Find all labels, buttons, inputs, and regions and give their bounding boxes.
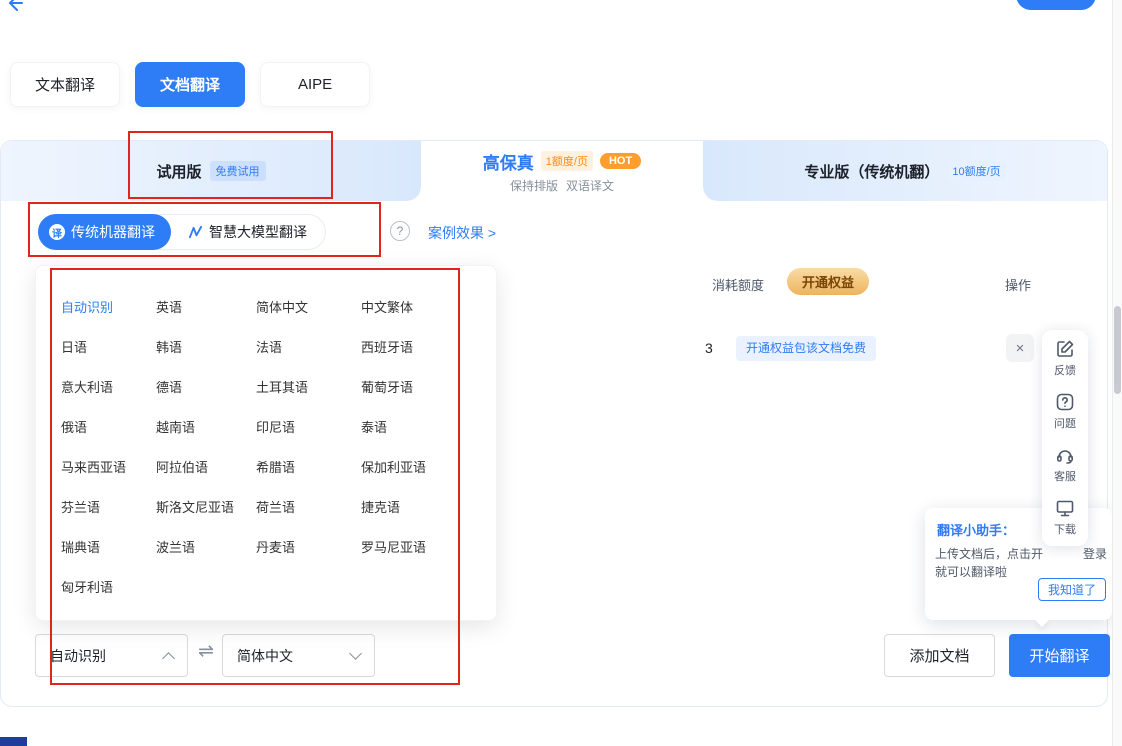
language-option[interactable]: 罗马尼亚语 bbox=[361, 526, 496, 566]
ai-model-icon bbox=[188, 225, 203, 240]
top-right-button[interactable] bbox=[1016, 0, 1096, 10]
case-examples-link[interactable]: 案例效果 > bbox=[428, 223, 496, 243]
scrollbar-track bbox=[1112, 0, 1122, 746]
language-option[interactable]: 匈牙利语 bbox=[61, 566, 156, 606]
trial-version-title: 试用版 bbox=[156, 161, 201, 182]
floating-toolbar: 反馈 问题 客服 下载 bbox=[1042, 330, 1088, 546]
assistant-text-line2: 就可以翻译啦 bbox=[935, 563, 1007, 580]
llm-mt-button[interactable]: 智慧大模型翻译 bbox=[170, 214, 325, 250]
language-option[interactable]: 俄语 bbox=[61, 406, 156, 446]
got-it-button[interactable]: 我知道了 bbox=[1038, 578, 1106, 601]
language-grid: 自动识别英语简体中文中文繁体日语韩语法语西班牙语意大利语德语土耳其语葡萄牙语俄语… bbox=[61, 286, 496, 606]
tab-high-fidelity[interactable]: 高保真 1额度/页 HOT 保持排版 双语译文 bbox=[421, 141, 703, 201]
tab-professional-version[interactable]: 专业版（传统机翻） 10额度/页 bbox=[703, 141, 1107, 201]
traditional-mt-button[interactable]: 译 传统机器翻译 bbox=[38, 214, 171, 250]
language-option[interactable]: 中文繁体 bbox=[361, 286, 496, 326]
high-fidelity-title: 高保真 bbox=[483, 149, 534, 174]
feedback-edit-icon bbox=[1055, 339, 1075, 359]
benefit-free-note: 开通权益包该文档免费 bbox=[736, 336, 876, 361]
assistant-text-line1-end: 登录 bbox=[1083, 545, 1107, 562]
llm-mt-label: 智慧大模型翻译 bbox=[209, 222, 307, 242]
remove-document-button[interactable]: × bbox=[1006, 334, 1034, 362]
translate-icon: 译 bbox=[49, 224, 65, 240]
swap-languages-icon[interactable]: ⇌ bbox=[192, 640, 220, 663]
target-language-value: 简体中文 bbox=[237, 646, 293, 666]
price-badge: 1额度/页 bbox=[541, 151, 593, 171]
engine-mode-toggle: 译 传统机器翻译 智慧大模型翻译 bbox=[38, 214, 326, 250]
document-translation-page: 文本翻译 文档翻译 AIPE 试用版 免费试用 高保真 1额度/页 HOT 保持… bbox=[0, 0, 1122, 746]
language-option[interactable]: 瑞典语 bbox=[61, 526, 156, 566]
question-label: 问题 bbox=[1054, 415, 1076, 431]
tab-aipe[interactable]: AIPE bbox=[260, 62, 370, 107]
language-grid-spacer bbox=[156, 566, 256, 606]
question-icon bbox=[1055, 392, 1075, 412]
feature-keep-layout: 保持排版 bbox=[510, 177, 558, 194]
activate-benefits-button[interactable]: 开通权益 bbox=[787, 268, 869, 295]
language-option[interactable]: 法语 bbox=[256, 326, 361, 366]
column-header-credits: 消耗额度 bbox=[712, 275, 764, 294]
tab-trial-version[interactable]: 试用版 免费试用 bbox=[1, 141, 421, 201]
assistant-text-line1: 上传文档后，点击开 bbox=[935, 545, 1043, 562]
customer-service-button[interactable]: 客服 bbox=[1054, 445, 1076, 484]
traditional-mt-label: 传统机器翻译 bbox=[71, 222, 155, 242]
language-option[interactable]: 希腊语 bbox=[256, 446, 361, 486]
language-option[interactable]: 保加利亚语 bbox=[361, 446, 496, 486]
hot-badge: HOT bbox=[600, 153, 641, 169]
add-document-button[interactable]: 添加文档 bbox=[884, 634, 995, 677]
column-header-actions: 操作 bbox=[1005, 275, 1031, 294]
help-icon[interactable]: ? bbox=[390, 221, 410, 241]
download-button[interactable]: 下载 bbox=[1054, 498, 1076, 537]
language-option[interactable]: 简体中文 bbox=[256, 286, 361, 326]
free-trial-badge: 免费试用 bbox=[210, 161, 266, 181]
back-arrow-icon[interactable] bbox=[5, 0, 25, 13]
chevron-up-icon bbox=[162, 652, 175, 665]
translation-type-tabs: 文本翻译 文档翻译 AIPE bbox=[10, 62, 370, 107]
language-option[interactable]: 意大利语 bbox=[61, 366, 156, 406]
source-language-select[interactable]: 自动识别 bbox=[35, 634, 188, 677]
language-option[interactable]: 丹麦语 bbox=[256, 526, 361, 566]
language-option[interactable]: 泰语 bbox=[361, 406, 496, 446]
question-button[interactable]: 问题 bbox=[1054, 392, 1076, 431]
language-option[interactable]: 芬兰语 bbox=[61, 486, 156, 526]
language-option[interactable]: 斯洛文尼亚语 bbox=[156, 486, 256, 526]
language-option[interactable]: 西班牙语 bbox=[361, 326, 496, 366]
professional-version-title: 专业版（传统机翻） bbox=[804, 161, 939, 182]
tab-document-translation[interactable]: 文档翻译 bbox=[135, 62, 245, 107]
language-option[interactable]: 土耳其语 bbox=[256, 366, 361, 406]
assistant-title: 翻译小助手： bbox=[937, 520, 1015, 539]
feedback-button[interactable]: 反馈 bbox=[1054, 339, 1076, 378]
target-language-select[interactable]: 简体中文 bbox=[222, 634, 375, 677]
version-tab-bar: 试用版 免费试用 高保真 1额度/页 HOT 保持排版 双语译文 专业版（传统机… bbox=[1, 141, 1107, 201]
feature-bilingual: 双语译文 bbox=[566, 177, 614, 194]
headset-icon bbox=[1055, 445, 1075, 465]
pro-price-badge: 10额度/页 bbox=[947, 161, 1005, 181]
scrollbar-thumb[interactable] bbox=[1114, 306, 1121, 394]
language-option[interactable]: 自动识别 bbox=[61, 286, 156, 326]
language-option[interactable]: 荷兰语 bbox=[256, 486, 361, 526]
source-language-value: 自动识别 bbox=[50, 646, 106, 666]
language-grid-spacer bbox=[256, 566, 361, 606]
language-option[interactable]: 印尼语 bbox=[256, 406, 361, 446]
language-option[interactable]: 韩语 bbox=[156, 326, 256, 366]
language-dropdown-panel: 自动识别英语简体中文中文繁体日语韩语法语西班牙语意大利语德语土耳其语葡萄牙语俄语… bbox=[35, 265, 497, 621]
language-option[interactable]: 英语 bbox=[156, 286, 256, 326]
language-option[interactable]: 葡萄牙语 bbox=[361, 366, 496, 406]
language-option[interactable]: 日语 bbox=[61, 326, 156, 366]
language-option[interactable]: 捷克语 bbox=[361, 486, 496, 526]
document-credits-value: 3 bbox=[705, 340, 713, 356]
start-translation-button[interactable]: 开始翻译 bbox=[1009, 634, 1110, 677]
language-grid-spacer bbox=[361, 566, 496, 606]
language-option[interactable]: 马来西亚语 bbox=[61, 446, 156, 486]
language-option[interactable]: 波兰语 bbox=[156, 526, 256, 566]
language-option[interactable]: 阿拉伯语 bbox=[156, 446, 256, 486]
language-option[interactable]: 越南语 bbox=[156, 406, 256, 446]
download-label: 下载 bbox=[1054, 521, 1076, 537]
language-option[interactable]: 德语 bbox=[156, 366, 256, 406]
feedback-label: 反馈 bbox=[1054, 362, 1076, 378]
chevron-down-icon bbox=[349, 647, 362, 660]
customer-service-label: 客服 bbox=[1054, 468, 1076, 484]
bottom-left-fragment bbox=[0, 737, 27, 746]
download-monitor-icon bbox=[1055, 498, 1075, 518]
tab-text-translation[interactable]: 文本翻译 bbox=[10, 62, 120, 107]
